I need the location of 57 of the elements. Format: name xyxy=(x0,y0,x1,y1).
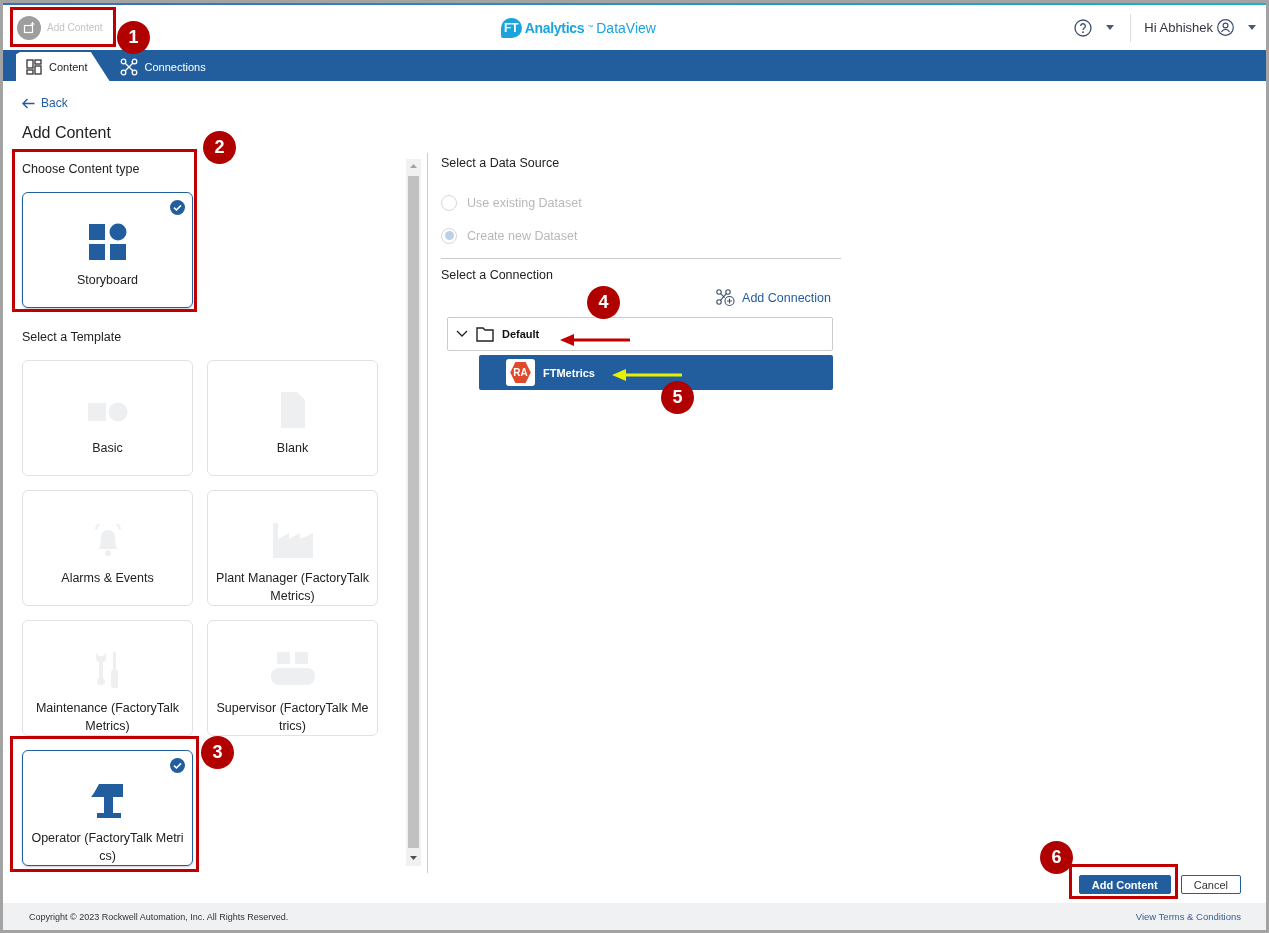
back-arrow-icon[interactable] xyxy=(22,97,35,109)
connection-name: FTMetrics xyxy=(543,366,595,379)
back-link[interactable]: Back xyxy=(22,95,68,111)
radio-label: Create new Dataset xyxy=(467,228,578,243)
nav-tab[interactable]: Content xyxy=(16,52,110,81)
section-heading: Select a Template xyxy=(22,329,123,345)
step-number: 5 xyxy=(661,381,694,414)
cancel-button[interactable]: Cancel xyxy=(1180,875,1241,894)
card-label: Storyboard xyxy=(76,272,139,289)
step-number: 1 xyxy=(117,21,150,54)
network-add-icon[interactable] xyxy=(716,289,737,307)
card-label: Maintenance (FactoryTalk Metrics) xyxy=(34,700,181,735)
radio-label: Use existing Dataset xyxy=(467,195,582,210)
card-label: Operator (FactoryTalk Metrics) xyxy=(31,830,184,865)
user-greeting[interactable]: Hi Abhishek xyxy=(1144,20,1213,35)
logo-badge: FT xyxy=(501,17,522,38)
help-icon[interactable] xyxy=(1074,18,1093,37)
caret-icon[interactable] xyxy=(1248,25,1256,30)
template-card[interactable]: Supervisor (FactoryTalk Metrics) xyxy=(207,620,378,736)
scrollbar[interactable] xyxy=(406,159,421,866)
template-card[interactable]: Operator (FactoryTalk Metrics) xyxy=(22,750,193,866)
card-label: Supervisor (FactoryTalk Metrics) xyxy=(216,700,369,735)
card-label: Basic xyxy=(92,440,123,457)
terms-link[interactable]: View Terms & Conditions xyxy=(1135,911,1241,922)
logo-product: DataView xyxy=(596,19,656,36)
connection-logo: RA xyxy=(506,359,535,386)
copyright-text: Copyright © 2023 Rockwell Automation, Inc. All Rights Reserved. xyxy=(29,911,289,922)
section-heading: Select a Data Source xyxy=(441,155,561,171)
card-label: Blank xyxy=(276,440,309,457)
step-number: 4 xyxy=(587,286,620,319)
page-title: Add Content xyxy=(22,123,112,143)
shapes-icon xyxy=(88,223,127,261)
chevron-icon[interactable] xyxy=(456,330,468,338)
folder-icon xyxy=(476,326,494,342)
template-card[interactable]: Alarms & Events xyxy=(22,490,193,606)
content-type-card[interactable]: Storyboard xyxy=(22,192,193,308)
card-label: Plant Manager (FactoryTalk Metrics) xyxy=(216,570,369,605)
template-card[interactable]: Blank xyxy=(207,360,378,476)
step-number: 2 xyxy=(203,131,236,164)
section-heading: Choose Content type xyxy=(22,161,141,177)
network-icon[interactable] xyxy=(119,57,138,76)
add-connection-link[interactable]: Add Connection xyxy=(716,289,831,307)
template-card[interactable]: Plant Manager (FactoryTalk Metrics) xyxy=(207,490,378,606)
caret-icon[interactable] xyxy=(1106,25,1115,30)
template-card[interactable]: Basic xyxy=(22,360,193,476)
template-card[interactable]: Maintenance (FactoryTalk Metrics) xyxy=(22,620,193,736)
add-content-button[interactable]: Add Content xyxy=(1078,875,1171,894)
step-number: 6 xyxy=(1040,841,1073,874)
card-label: Alarms & Events xyxy=(61,570,154,587)
user-icon[interactable] xyxy=(1217,19,1234,36)
logo-name: Analytics xyxy=(524,19,585,36)
connection-item[interactable]: RA FTMetrics xyxy=(479,355,833,390)
grid-icon[interactable] xyxy=(26,58,42,75)
section-heading: Select a Connection xyxy=(441,267,554,283)
tree-folder-row[interactable]: Default xyxy=(447,317,833,351)
step-number: 3 xyxy=(201,736,234,769)
operator-kiosk-icon xyxy=(89,781,126,819)
